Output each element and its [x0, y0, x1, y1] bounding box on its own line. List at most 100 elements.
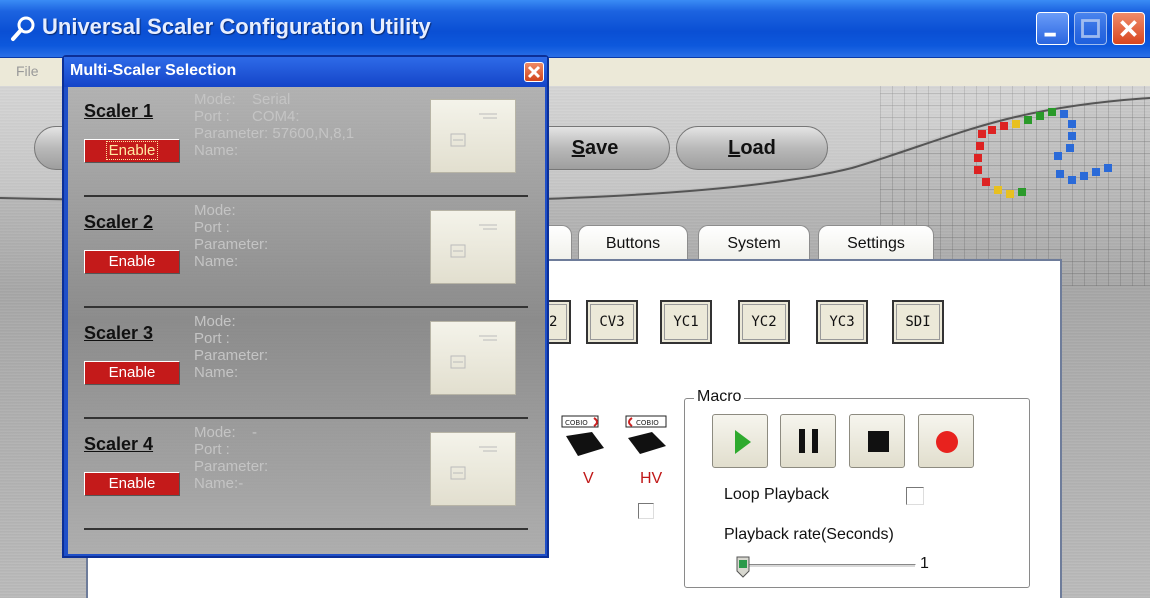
svg-text:COBIO: COBIO — [565, 419, 588, 427]
scaler-device-icon — [450, 224, 497, 258]
playback-rate-label: Playback rate(Seconds) — [724, 526, 894, 543]
record-icon — [936, 431, 958, 453]
scaler-device-icon — [450, 335, 497, 369]
name-label: Name: — [194, 364, 239, 381]
parameter-label: Parameter: — [194, 347, 269, 364]
macro-pause-button[interactable] — [780, 414, 836, 468]
source-button-cv3[interactable]: CV3 — [586, 300, 638, 344]
parameter-label: Parameter: — [194, 458, 269, 475]
source-button-yc1[interactable]: YC1 — [660, 300, 712, 344]
scaler-row-3: Scaler 3 Enable Mode: Port : Parameter: … — [68, 309, 545, 420]
scaler-2-device-button[interactable] — [430, 210, 516, 284]
dialog-title-bar[interactable]: Multi-Scaler Selection — [64, 57, 547, 87]
tab-buttons[interactable]: Buttons — [578, 225, 688, 261]
mode-value: - — [252, 424, 257, 441]
save-mnemonic: S — [571, 137, 585, 159]
scaler-2-enable-button[interactable]: Enable — [84, 250, 180, 274]
wrench-icon — [11, 16, 35, 41]
scaler-divider — [84, 195, 528, 197]
logo-icon — [974, 108, 1112, 198]
window-title: Universal Scaler Configuration Utility — [42, 14, 431, 39]
maximize-icon — [1081, 19, 1100, 38]
port-label: Port : — [194, 441, 230, 458]
scaler-name: Scaler 3 — [84, 323, 154, 343]
horizontal-vertical-flip-icon[interactable]: COBIO — [622, 412, 682, 468]
scaler-4-device-button[interactable] — [430, 432, 516, 506]
load-mnemonic: L — [728, 137, 741, 159]
pause-icon — [799, 429, 818, 453]
scaler-divider — [84, 528, 528, 530]
scaler-1-enable-button[interactable]: Enable — [84, 139, 180, 163]
parameter-label: Parameter: — [194, 236, 269, 253]
scaler-row-1: Scaler 1 Enable Mode: Serial Port : COM4: … — [68, 87, 545, 198]
close-button[interactable] — [1112, 12, 1145, 45]
minimize-button[interactable] — [1036, 12, 1069, 45]
dialog-close-button[interactable] — [524, 62, 544, 82]
mode-label: Mode: — [194, 424, 236, 441]
macro-record-button[interactable] — [918, 414, 974, 468]
port-label: Port : — [194, 219, 230, 236]
scaler-4-enable-button[interactable]: Enable — [84, 472, 180, 496]
tab-settings[interactable]: Settings — [818, 225, 934, 261]
parameter-label: Parameter: — [194, 125, 269, 142]
play-icon — [735, 430, 751, 454]
scaler-row-4: Scaler 4 Enable Mode: - Port : Parameter:… — [68, 420, 545, 531]
scaler-name: Scaler 2 — [84, 212, 154, 232]
macro-stop-button[interactable] — [849, 414, 905, 468]
port-value: COM4: — [252, 108, 300, 125]
scaler-device-icon — [450, 446, 497, 480]
loop-playback-label: Loop Playback — [724, 486, 829, 503]
slider-thumb[interactable] — [736, 556, 750, 578]
parameter-value: 57600,N,8,1 — [272, 125, 355, 142]
scaler-1-device-button[interactable] — [430, 99, 516, 173]
dialog-body: Scaler 1 Enable Mode: Serial Port : COM4: … — [68, 87, 545, 554]
dialog-title: Multi-Scaler Selection — [70, 62, 237, 79]
scaler-info: Mode: Port : Parameter: Name: — [194, 313, 424, 381]
port-label: Port : — [194, 330, 230, 347]
name-label: Name: — [194, 253, 239, 270]
source-button-yc3[interactable]: YC3 — [816, 300, 868, 344]
scaler-3-device-button[interactable] — [430, 321, 516, 395]
macro-legend: Macro — [694, 388, 745, 406]
scaler-3-enable-button[interactable]: Enable — [84, 361, 180, 385]
playback-rate-value: 1 — [920, 555, 929, 572]
name-value: - — [238, 475, 244, 492]
maximize-button[interactable] — [1074, 12, 1107, 45]
save-label-rest: ave — [584, 137, 619, 159]
source-button-sdi[interactable]: SDI — [892, 300, 944, 344]
stop-icon — [868, 431, 889, 452]
mode-label: Mode: — [194, 313, 236, 330]
scaler-device-icon — [450, 113, 497, 147]
load-button[interactable]: Load — [676, 126, 828, 170]
menu-file[interactable]: File — [16, 63, 39, 79]
svg-text:COBIO: COBIO — [636, 419, 659, 427]
scaler-divider — [84, 417, 528, 419]
multi-scaler-dialog: Multi-Scaler Selection Scaler 1 Enable M… — [62, 55, 549, 558]
mode-value: Serial — [252, 91, 291, 108]
name-label: Name: — [194, 475, 239, 492]
mode-label: Mode: — [194, 202, 236, 219]
hv-checkbox[interactable] — [638, 503, 654, 519]
scaler-name: Scaler 1 — [84, 101, 154, 121]
vertical-flip-icon[interactable]: COBIO — [556, 412, 616, 468]
scaler-info: Mode: - Port : Parameter: Name:- — [194, 424, 424, 492]
main-title-bar[interactable]: Universal Scaler Configuration Utility — [0, 0, 1150, 58]
vertical-flip-label: V — [583, 470, 594, 487]
close-icon — [1120, 20, 1137, 37]
scaler-info: Mode: Serial Port : COM4: Parameter: 57600… — [194, 91, 424, 159]
scaler-row-2: Scaler 2 Enable Mode: Port : Parameter: … — [68, 198, 545, 309]
mode-label: Mode: — [194, 91, 236, 108]
scaler-info: Mode: Port : Parameter: Name: — [194, 202, 424, 270]
minimize-icon — [1044, 32, 1056, 37]
source-button-yc2[interactable]: YC2 — [738, 300, 790, 344]
tab-system[interactable]: System — [698, 225, 810, 261]
port-label: Port : — [194, 108, 230, 125]
playback-rate-slider[interactable] — [738, 564, 916, 568]
hv-flip-label: HV — [640, 470, 663, 487]
enable-label: Enable — [105, 141, 159, 160]
close-icon — [527, 65, 541, 79]
scaler-divider — [84, 306, 528, 308]
name-label: Name: — [194, 142, 239, 159]
macro-play-button[interactable] — [712, 414, 768, 468]
loop-playback-checkbox[interactable] — [906, 487, 924, 505]
